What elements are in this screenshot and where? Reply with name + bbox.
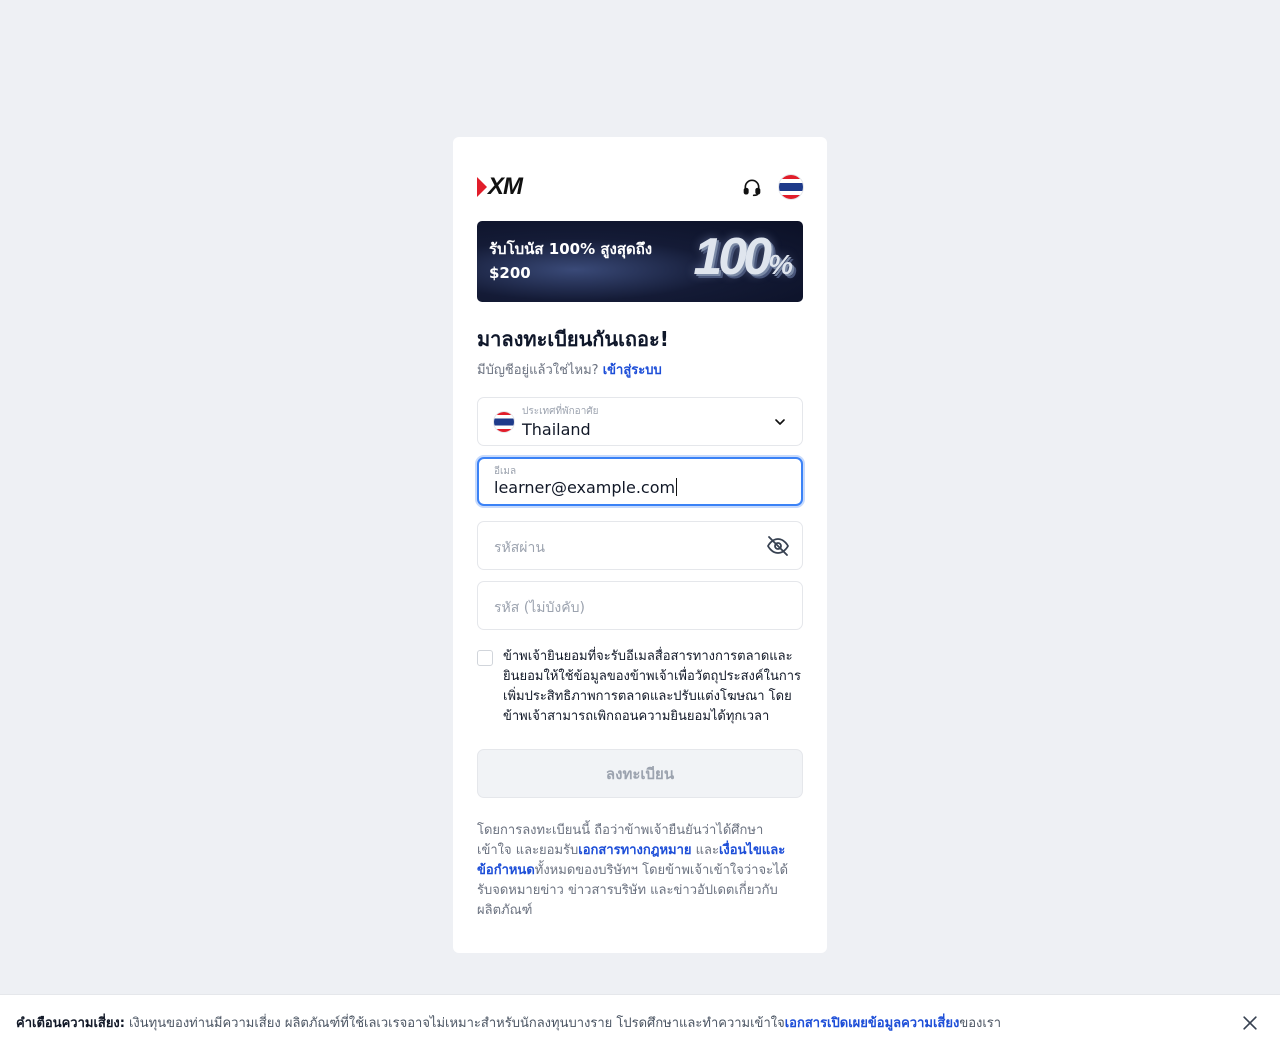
login-prompt: มีบัญชีอยู่แล้วใช่ไหม? เข้าสู่ระบบ [477, 359, 662, 380]
login-link[interactable]: เข้าสู่ระบบ [603, 363, 662, 378]
legal-notice: โดยการลงทะเบียนนี้ ถือว่าข้าพเจ้ายืนยันว… [477, 821, 799, 921]
promo-text: รับโบนัส 100% สูงสุดถึง $200 [489, 237, 674, 285]
risk-disclosure-link[interactable]: เอกสารเปิดเผยข้อมูลความเสี่ยง [785, 1012, 960, 1033]
email-value: learner@example.com [494, 478, 678, 497]
xm-logo[interactable]: XM [477, 173, 523, 201]
password-field[interactable]: รหัสผ่าน [477, 521, 803, 570]
header-actions [741, 175, 803, 199]
country-value: Thailand [522, 420, 591, 439]
promo-big-number: 100 [693, 228, 772, 286]
marketing-consent: ข้าพเจ้ายินยอมที่จะรับอีเมลสื่อสารทางการ… [477, 647, 803, 727]
promo-line2: $200 [489, 264, 531, 282]
promo-line1: รับโบนัส 100% สูงสุดถึง [489, 240, 653, 258]
code-placeholder: รหัส (ไม่บังคับ) [494, 600, 585, 616]
logo-text: XM [488, 173, 523, 200]
text-caret [676, 478, 678, 496]
country-label: ประเทศที่พักอาศัย [522, 406, 599, 417]
risk-suffix: ของเรา [959, 1016, 1002, 1031]
registration-card: XM รับโบนัส 100% สูงสุดถึง $200 100% มาล… [453, 137, 827, 953]
legal-documents-link[interactable]: เอกสารทางกฎหมาย [578, 843, 691, 858]
chevron-down-icon [775, 419, 785, 425]
register-button[interactable]: ลงทะเบียน [477, 749, 803, 798]
legal-and: และ [691, 843, 719, 858]
password-placeholder: รหัสผ่าน [494, 540, 545, 556]
country-select[interactable]: ประเทศที่พักอาศัย Thailand [477, 397, 803, 446]
risk-label: คำเตือนความเสี่ยง: [16, 1016, 125, 1031]
page-title: มาลงทะเบียนกันเถอะ! [477, 327, 669, 351]
logo-mark-icon [477, 177, 487, 197]
promo-100-percent: 100% [693, 227, 793, 287]
promo-big-percent: % [768, 249, 793, 280]
consent-text: ข้าพเจ้ายินยอมที่จะรับอีเมลสื่อสารทางการ… [503, 649, 801, 724]
eye-off-icon[interactable] [766, 534, 790, 558]
thailand-flag-icon[interactable] [779, 175, 803, 199]
email-label: อีเมล [494, 466, 517, 477]
consent-checkbox[interactable] [477, 650, 493, 666]
referral-code-field[interactable]: รหัส (ไม่บังคับ) [477, 581, 803, 630]
risk-text: เงินทุนของท่านมีความเสี่ยง ผลิตภัณฑ์ที่ใ… [128, 1016, 785, 1031]
headset-icon[interactable] [741, 176, 763, 198]
thailand-flag-icon [494, 412, 514, 432]
login-prompt-text: มีบัญชีอยู่แล้วใช่ไหม? [477, 363, 599, 378]
card-header: XM [477, 173, 803, 201]
email-field[interactable]: อีเมล learner@example.com [477, 457, 803, 506]
promo-banner[interactable]: รับโบนัส 100% สูงสุดถึง $200 100% [477, 221, 803, 302]
risk-warning-bar: คำเตือนความเสี่ยง: เงินทุนของท่านมีความเ… [0, 994, 1280, 1050]
close-icon[interactable] [1240, 1013, 1260, 1033]
email-text: learner@example.com [494, 478, 676, 497]
